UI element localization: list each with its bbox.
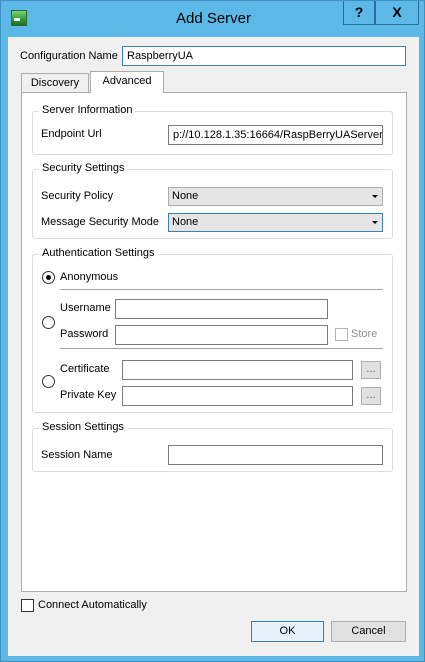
anonymous-label: Anonymous bbox=[60, 271, 119, 283]
dialog-body: Configuration Name RaspberryUA Discovery… bbox=[8, 37, 419, 656]
private-key-input[interactable] bbox=[122, 386, 353, 406]
endpoint-url-input[interactable]: p://10.128.1.35:16664/RaspBerryUAServer bbox=[168, 125, 383, 145]
certificate-label: Certificate bbox=[60, 363, 110, 375]
message-security-mode-label: Message Security Mode bbox=[41, 216, 159, 228]
security-settings-title: Security Settings bbox=[39, 162, 128, 174]
close-button[interactable]: X bbox=[375, 1, 419, 25]
username-input[interactable] bbox=[115, 299, 328, 319]
authentication-settings-title: Authentication Settings bbox=[39, 247, 158, 259]
connect-automatically-checkbox[interactable] bbox=[21, 599, 34, 612]
ok-button[interactable]: OK bbox=[251, 621, 324, 642]
store-label: Store bbox=[351, 328, 378, 340]
cancel-button[interactable]: Cancel bbox=[331, 621, 406, 642]
authentication-settings-group: Authentication Settings Anonymous Userna… bbox=[32, 247, 393, 413]
username-label: Username bbox=[60, 302, 111, 314]
session-settings-group: Session Settings Session Name bbox=[32, 421, 393, 472]
password-input[interactable] bbox=[115, 325, 328, 345]
tab-discovery[interactable]: Discovery bbox=[21, 73, 89, 93]
certificate-browse-button[interactable]: ... bbox=[361, 361, 381, 379]
dropdown-arrow-icon bbox=[372, 195, 378, 198]
session-name-input[interactable] bbox=[168, 445, 383, 465]
security-policy-label: Security Policy bbox=[41, 190, 114, 202]
dialog-window: Add Server ? X Configuration Name Raspbe… bbox=[0, 0, 425, 662]
title-bar[interactable]: Add Server ? X bbox=[1, 1, 425, 37]
server-information-group: Server Information Endpoint Url p://10.1… bbox=[32, 104, 393, 155]
server-information-title: Server Information bbox=[39, 104, 136, 116]
configuration-name-input[interactable]: RaspberryUA bbox=[122, 46, 406, 66]
message-security-mode-select[interactable]: None bbox=[168, 213, 383, 232]
dropdown-arrow-icon bbox=[372, 221, 378, 224]
tab-advanced[interactable]: Advanced bbox=[90, 71, 164, 93]
password-label: Password bbox=[60, 328, 109, 340]
separator bbox=[60, 289, 383, 290]
session-settings-title: Session Settings bbox=[39, 421, 127, 433]
separator bbox=[60, 348, 383, 349]
store-checkbox[interactable] bbox=[335, 328, 348, 341]
security-policy-value: None bbox=[172, 190, 199, 202]
private-key-browse-button[interactable]: ... bbox=[361, 387, 381, 405]
certificate-radio[interactable] bbox=[42, 375, 55, 388]
private-key-label: Private Key bbox=[60, 389, 117, 401]
message-security-mode-value: None bbox=[172, 216, 199, 228]
help-button[interactable]: ? bbox=[343, 1, 375, 25]
security-settings-group: Security Settings Security Policy None M… bbox=[32, 162, 393, 239]
configuration-name-label: Configuration Name bbox=[20, 50, 118, 62]
anonymous-radio[interactable] bbox=[42, 271, 55, 284]
security-policy-select[interactable]: None bbox=[168, 187, 383, 206]
certificate-input[interactable] bbox=[122, 360, 353, 380]
endpoint-url-label: Endpoint Url bbox=[41, 128, 102, 140]
advanced-tab-panel: Server Information Endpoint Url p://10.1… bbox=[21, 92, 407, 592]
username-password-radio[interactable] bbox=[42, 316, 55, 329]
session-name-label: Session Name bbox=[41, 449, 113, 461]
connect-automatically-label: Connect Automatically bbox=[38, 599, 147, 611]
